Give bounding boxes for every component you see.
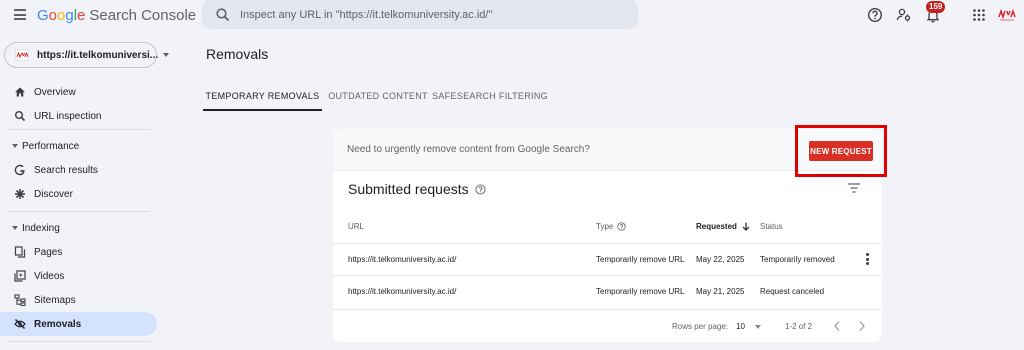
column-header-url: URL [348,222,365,231]
sidebar-item-videos[interactable]: Videos [0,264,157,288]
property-favicon-icon [15,49,29,61]
sort-descending-arrow-icon [742,222,750,231]
cell-requested: May 21, 2025 [696,287,745,296]
logo-product-name: Search Console [89,7,197,24]
sitemap-icon [14,294,26,306]
urgent-removal-prompt: Need to urgently remove content from Goo… [347,144,590,155]
sidebar-item-label: URL inspection [34,110,102,122]
tab-safesearch-filtering[interactable]: SAFESEARCH FILTERING [432,80,548,111]
top-app-bar: GoogleSearch Console 159 [0,0,1024,33]
chevron-right-icon[interactable] [857,320,867,332]
rows-per-page-select[interactable]: 10 [736,322,745,331]
cell-url: https://it.telkomuniversity.ac.id/ [348,287,457,296]
account-avatar[interactable] [998,8,1016,22]
chevron-down-icon [163,53,170,57]
search-icon [15,111,26,122]
column-header-label: Type [596,222,614,231]
page-title: Removals [206,46,269,62]
column-header-status: Status [760,222,783,231]
sidebar-item-label: Pages [34,246,63,258]
column-header-type: Type [596,222,627,231]
tab-outdated-content[interactable]: OUTDATED CONTENT [328,80,427,111]
google-search-console-logo[interactable]: Google Search Console [37,7,196,24]
table-row[interactable]: https://it.telkomuniversity.ac.id/ Tempo… [333,243,882,275]
sidebar-divider [8,129,150,130]
sidebar-divider [8,211,150,212]
cell-status: Request canceled [760,287,825,296]
submitted-requests-title: Submitted requests [348,181,469,197]
sidebar-item-search-results[interactable]: Search results [0,158,157,182]
sidebar-item-discover[interactable]: Discover [0,182,157,206]
sidebar-section-label: Performance [22,140,80,152]
sidebar-section-label: Indexing [22,222,60,234]
asterisk-icon [15,189,25,199]
sidebar-item-label: Removals [34,318,82,330]
property-selector[interactable]: https://it.telkomuniversi... [4,42,170,68]
property-label: https://it.telkomuniversi... [37,49,159,61]
sidebar-item-overview[interactable]: Overview [0,80,157,104]
pagination-range: 1-2 of 2 [785,322,813,331]
pages-icon [14,246,26,258]
submitted-requests-heading: Submitted requests [348,181,486,197]
sidebar-item-label: Search results [34,164,98,176]
notifications-count-badge: 159 [926,1,946,13]
sidebar-item-label: Videos [34,270,65,282]
eye-off-icon [14,318,26,330]
chevron-down-icon[interactable] [755,325,761,329]
sidebar-section-performance[interactable]: Performance [0,136,157,156]
column-header-requested[interactable]: Requested [696,222,750,231]
logo-letter: o [48,7,58,24]
pagination-footer: Rows per page: 10 1-2 of 2 [333,309,882,342]
rows-per-page-label: Rows per page: [672,322,729,331]
sidebar-section-indexing[interactable]: Indexing [0,218,157,238]
table-row[interactable]: https://it.telkomuniversity.ac.id/ Tempo… [333,275,882,307]
sidebar-item-removals[interactable]: Removals [0,312,157,336]
tab-temporary-removals[interactable]: TEMPORARY REMOVALS [203,80,322,111]
sidebar-item-label: Discover [34,188,73,200]
annotation-highlight-box [795,125,887,177]
url-inspection-search-bar[interactable] [202,0,638,29]
active-tab-indicator [203,109,322,111]
filter-icon[interactable] [847,182,861,194]
column-header-label: Requested [696,222,737,231]
logo-letter: g [65,7,74,24]
expand-triangle-icon [12,226,18,230]
home-icon [15,87,25,97]
search-input[interactable] [240,8,620,21]
apps-grid-icon[interactable] [971,7,987,23]
expand-triangle-icon [12,144,18,148]
manage-users-icon[interactable] [896,7,912,23]
cell-status: Temporarily removed [760,255,835,264]
search-icon [216,7,230,21]
sidebar-item-sitemaps[interactable]: Sitemaps [0,288,157,312]
hamburger-menu-icon[interactable] [14,9,26,21]
sidebar-item-url-inspection[interactable]: URL inspection [0,104,157,128]
cell-url: https://it.telkomuniversity.ac.id/ [348,255,457,264]
sidebar-navigation: https://it.telkomuniversi... Overview UR… [0,33,170,350]
google-g-icon [14,164,25,176]
sidebar-item-label: Sitemaps [34,294,76,306]
more-vertical-icon[interactable] [864,253,870,267]
logo-letter: e [77,7,86,24]
cell-requested: May 22, 2025 [696,255,745,264]
sidebar-divider [8,341,150,342]
cell-type: Temporarily remove URL [596,287,685,296]
help-icon[interactable] [867,7,883,23]
sidebar-item-label: Overview [34,86,76,98]
help-icon[interactable] [475,183,486,195]
help-icon[interactable] [617,222,627,231]
cell-type: Temporarily remove URL [596,255,685,264]
sidebar-item-pages[interactable]: Pages [0,240,157,264]
logo-letter: G [37,7,49,24]
video-icon [14,270,26,282]
chevron-left-icon[interactable] [832,320,842,332]
